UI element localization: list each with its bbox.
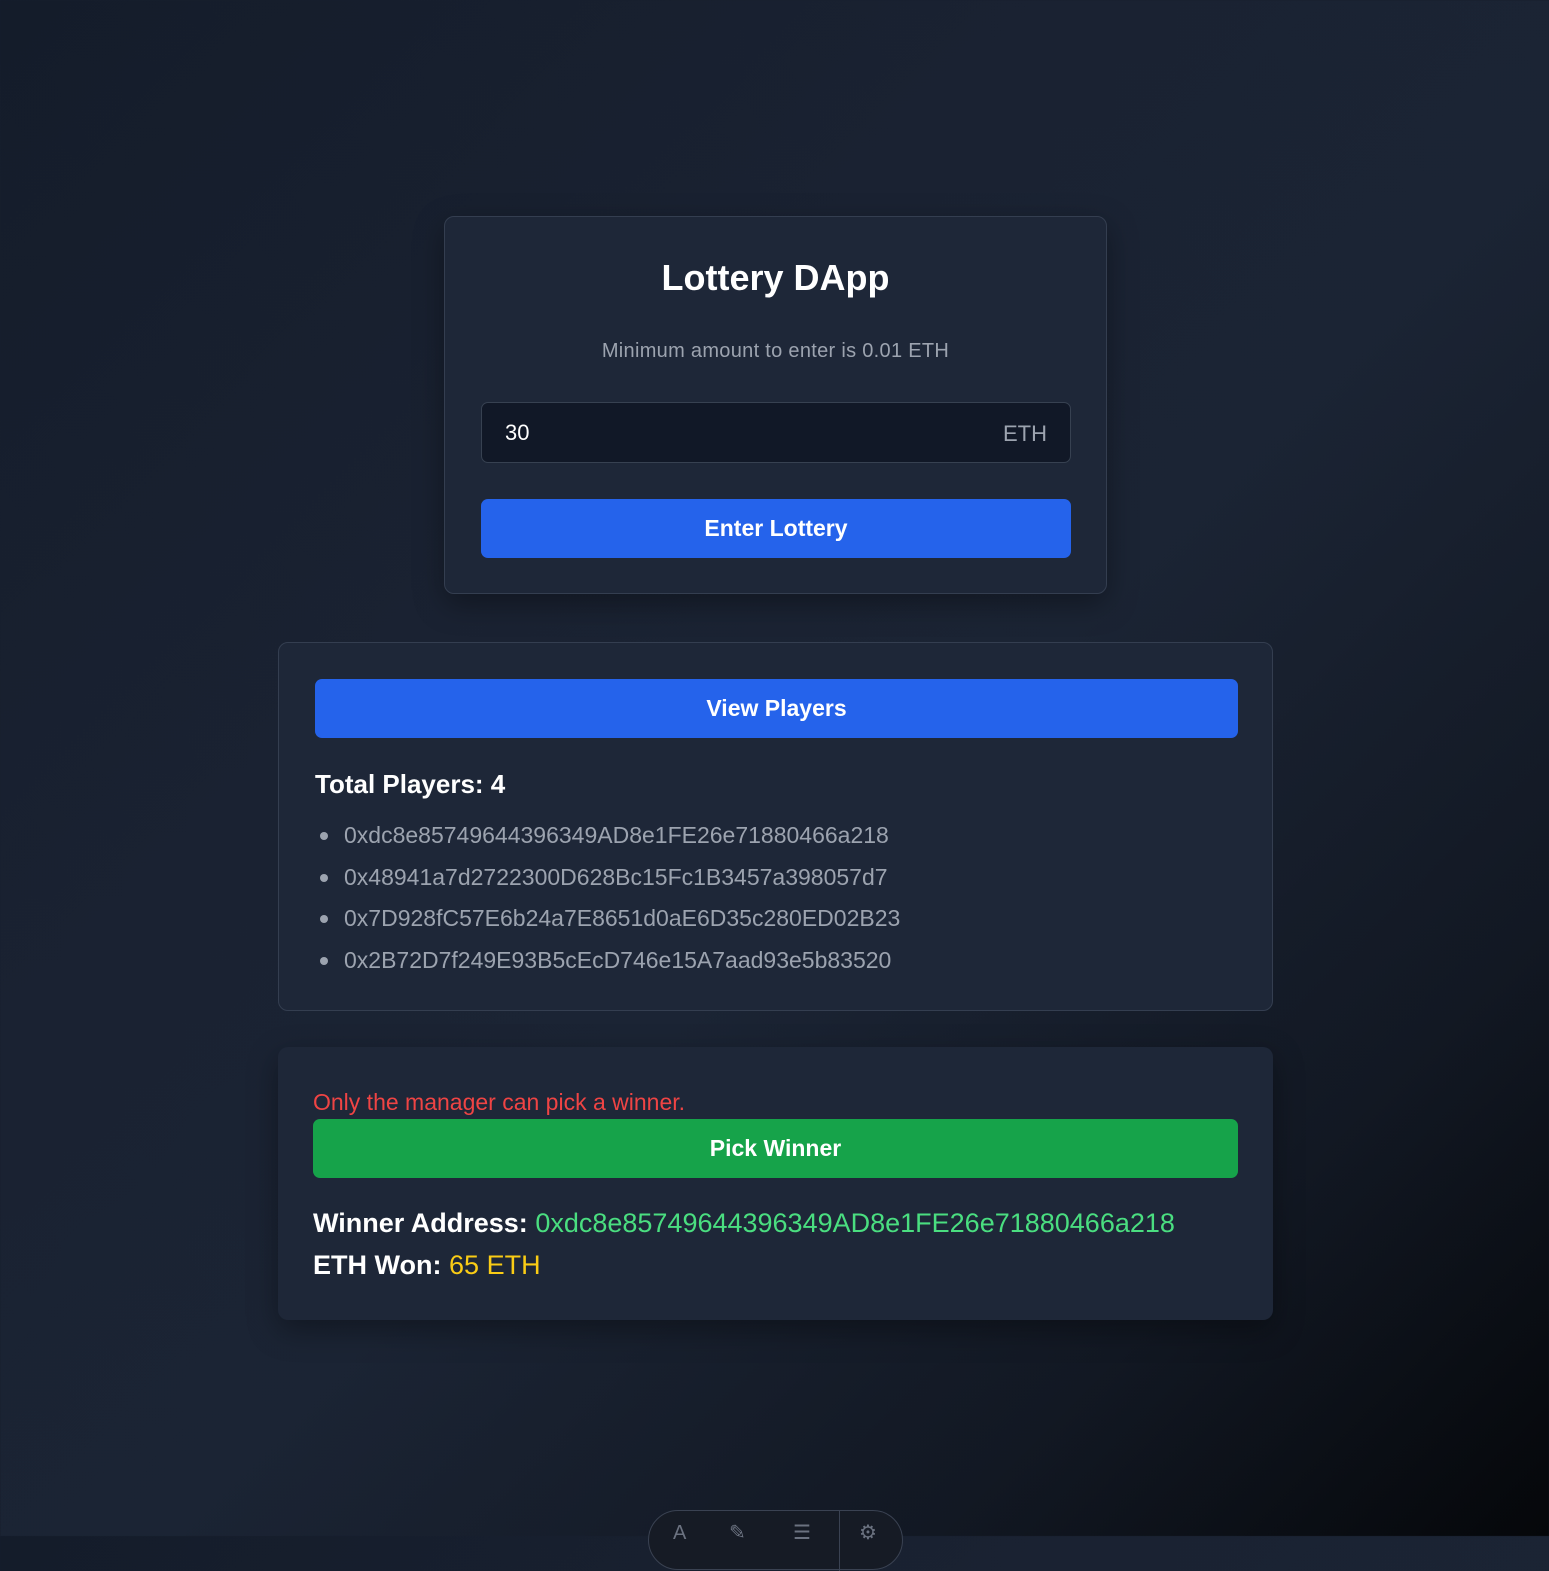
players-list: 0xdc8e85749644396349AD8e1FE26e71880466a2… xyxy=(315,815,900,981)
winner-address-value: 0xdc8e85749644396349AD8e1FE26e71880466a2… xyxy=(535,1208,1175,1238)
list-item: 0xdc8e85749644396349AD8e1FE26e71880466a2… xyxy=(315,815,900,857)
manager-only-error: Only the manager can pick a winner. xyxy=(313,1089,686,1115)
bullet-icon xyxy=(320,873,328,882)
list-item: 0x48941a7d2722300D628Bc15Fc1B3457a398057… xyxy=(315,857,900,899)
bottom-dock: A ✎ ☰ ⚙ xyxy=(648,1510,903,1571)
bullet-icon xyxy=(320,956,328,965)
amount-input[interactable] xyxy=(482,403,1070,462)
list-item: 0x2B72D7f249E93B5cEcD746e15A7aad93e5b835… xyxy=(315,940,900,982)
player-address: 0xdc8e85749644396349AD8e1FE26e71880466a2… xyxy=(344,822,889,848)
eth-won-unit: ETH xyxy=(486,1250,541,1280)
eth-won-label: ETH Won: xyxy=(313,1250,442,1280)
player-address: 0x2B72D7f249E93B5cEcD746e15A7aad93e5b835… xyxy=(344,946,892,973)
players-card: View Players Total Players: 4 0xdc8e8574… xyxy=(278,642,1273,1011)
brush-icon[interactable]: ✎ xyxy=(729,1523,746,1543)
enter-lottery-button[interactable]: Enter Lottery xyxy=(481,499,1071,558)
amount-field[interactable]: ETH xyxy=(481,402,1071,463)
enter-lottery-card: Lottery DApp Minimum amount to enter is … xyxy=(444,216,1107,594)
eth-won-value: 65 xyxy=(449,1250,480,1280)
pick-winner-card: Only the manager can pick a winner. Pick… xyxy=(278,1047,1273,1320)
player-address: 0x48941a7d2722300D628Bc15Fc1B3457a398057… xyxy=(344,863,888,890)
dock-divider xyxy=(839,1511,840,1571)
amount-unit-label: ETH xyxy=(1003,421,1047,446)
eth-won-row: ETH Won: 65 ETH xyxy=(313,1250,541,1281)
page-title: Lottery DApp xyxy=(661,257,890,298)
minimum-amount-note: Minimum amount to enter is 0.01 ETH xyxy=(601,340,950,362)
winner-address-label: Winner Address: xyxy=(313,1208,528,1238)
player-address: 0x7D928fC57E6b24a7E8651d0aE6D35c280ED02B… xyxy=(344,905,901,932)
winner-address-row: Winner Address: 0xdc8e85749644396349AD8e… xyxy=(313,1208,1175,1239)
gear-icon[interactable]: ⚙ xyxy=(859,1523,877,1543)
bullet-icon xyxy=(320,915,328,924)
pick-winner-button[interactable]: Pick Winner xyxy=(313,1119,1238,1178)
font-icon[interactable]: A xyxy=(673,1523,686,1543)
view-players-button[interactable]: View Players xyxy=(315,679,1238,738)
bullet-icon xyxy=(320,832,328,840)
menu-icon[interactable]: ☰ xyxy=(793,1523,811,1543)
list-item: 0x7D928fC57E6b24a7E8651d0aE6D35c280ED02B… xyxy=(315,898,900,940)
total-players-count: Total Players: 4 xyxy=(315,769,506,799)
